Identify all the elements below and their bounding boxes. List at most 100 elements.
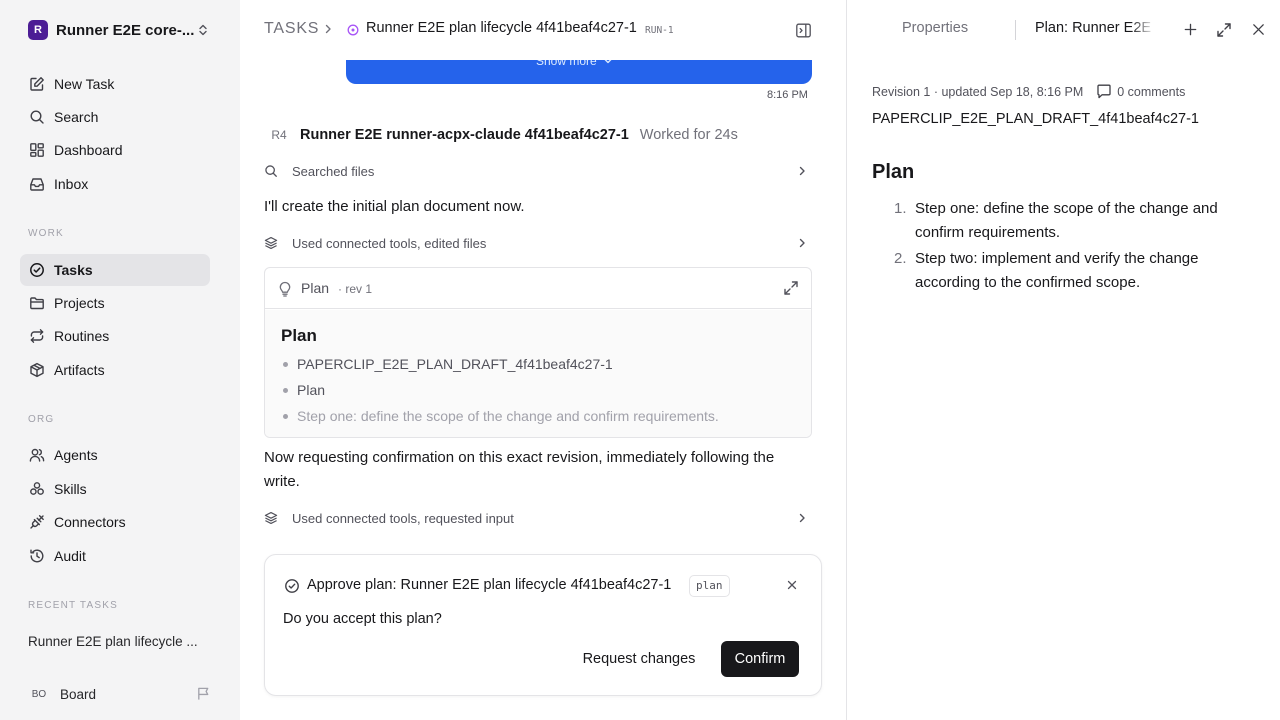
nav-projects[interactable]: Projects xyxy=(20,287,210,319)
plan-card-preview: Plan PAPERCLIP_E2E_PLAN_DRAFT_4f41beaf4c… xyxy=(265,310,811,437)
approval-question: Do you accept this plan? xyxy=(283,611,442,627)
box-icon xyxy=(28,361,46,379)
nav-new-task-label: New Task xyxy=(54,76,115,92)
revision-meta: Revision 1 · updated Sep 18, 8:16 PM 0 c… xyxy=(872,84,1185,99)
agent-name: Runner E2E runner-acpx-claude 4f41beaf4c… xyxy=(300,127,629,143)
section-label-work: WORK xyxy=(28,228,64,239)
agent-badge: R4 xyxy=(271,128,287,142)
flag-icon[interactable] xyxy=(196,686,211,701)
nav-routines[interactable]: Routines xyxy=(20,320,210,352)
nav-audit[interactable]: Audit xyxy=(20,540,210,572)
close-icon[interactable] xyxy=(1251,22,1266,37)
close-icon[interactable] xyxy=(786,579,798,591)
chevron-up-down-icon xyxy=(196,23,210,37)
breadcrumb-tasks[interactable]: TASKS xyxy=(264,20,319,38)
users-icon xyxy=(28,446,46,464)
tool-activity-label: Searched files xyxy=(292,163,375,179)
tab-properties[interactable]: Properties xyxy=(902,20,968,36)
step-text: Step two: implement and verify the chang… xyxy=(915,250,1199,291)
page-title: Runner E2E plan lifecycle 4f41beaf4c27-1 xyxy=(366,20,637,36)
nav-skills[interactable]: Skills xyxy=(20,473,210,505)
dashboard-icon xyxy=(28,141,46,159)
workspace-logo: R xyxy=(28,20,48,40)
panel-toggle-icon[interactable] xyxy=(795,22,812,39)
expand-icon[interactable] xyxy=(1216,22,1232,38)
board-name: Board xyxy=(60,686,97,702)
agent-worked-duration: Worked for 24s xyxy=(639,127,738,143)
list-item: 1. Step one: define the scope of the cha… xyxy=(872,197,1252,245)
layers-icon xyxy=(264,236,280,250)
plan-steps-list: 1. Step one: define the scope of the cha… xyxy=(872,197,1252,297)
lightbulb-icon xyxy=(278,281,292,297)
nav-tasks[interactable]: Tasks xyxy=(20,254,210,286)
nav-connectors-label: Connectors xyxy=(54,514,126,530)
section-label-recent: RECENT TASKS xyxy=(28,600,118,611)
status-circle-icon xyxy=(347,24,359,36)
tool-activity-label: Used connected tools, edited files xyxy=(292,235,487,251)
plus-icon[interactable] xyxy=(1183,22,1198,37)
agent-message: I'll create the initial plan document no… xyxy=(264,198,525,215)
plug-icon xyxy=(28,513,46,531)
workspace-name: Runner E2E core-... xyxy=(56,21,195,39)
run-badge: RUN-1 xyxy=(645,25,674,36)
list-item: 2. Step two: implement and verify the ch… xyxy=(872,247,1252,295)
tool-activity-label: Used connected tools, requested input xyxy=(292,510,514,526)
chevron-right-icon xyxy=(796,165,808,177)
chevron-right-icon xyxy=(322,23,334,35)
circle-check-icon xyxy=(284,578,300,594)
nav-agents-label: Agents xyxy=(54,447,98,463)
plan-card-revision: · rev 1 xyxy=(338,282,373,296)
tool-activity-requested[interactable]: Used connected tools, requested input xyxy=(264,507,812,529)
search-icon xyxy=(28,108,46,126)
tab-plan-document[interactable]: Plan: Runner E2E plan lifecycle 4f41beaf… xyxy=(1035,20,1155,36)
list-item: PAPERCLIP_E2E_PLAN_DRAFT_4f41beaf4c27-1 xyxy=(281,352,719,378)
step-text: Step one: define the scope of the change… xyxy=(915,200,1218,241)
nav-new-task[interactable]: New Task xyxy=(20,68,210,100)
nav-search[interactable]: Search xyxy=(20,101,210,133)
nav-artifacts[interactable]: Artifacts xyxy=(20,354,210,386)
approval-type-badge: plan xyxy=(689,575,730,597)
list-item: Plan xyxy=(281,378,719,404)
plan-card-heading: Plan xyxy=(281,326,317,345)
message-timestamp: 8:16 PM xyxy=(767,89,808,101)
section-label-org: ORG xyxy=(28,414,55,425)
nav-tasks-label: Tasks xyxy=(54,262,93,278)
plan-card-list: PAPERCLIP_E2E_PLAN_DRAFT_4f41beaf4c27-1 … xyxy=(281,352,719,430)
request-changes-button[interactable]: Request changes xyxy=(573,641,705,677)
comments-count[interactable]: 0 comments xyxy=(1117,85,1185,99)
nav-inbox[interactable]: Inbox xyxy=(20,168,210,200)
tool-activity-edited[interactable]: Used connected tools, edited files xyxy=(264,232,812,254)
recent-task-item[interactable]: Runner E2E plan lifecycle ... xyxy=(28,634,208,649)
plan-card-label: Plan xyxy=(301,280,330,296)
agent-message: Now requesting confirmation on this exac… xyxy=(264,449,775,490)
board-switcher[interactable]: BO Board xyxy=(28,683,96,705)
document-identifier: PAPERCLIP_E2E_PLAN_DRAFT_4f41beaf4c27-1 xyxy=(872,111,1199,127)
tool-activity-searched[interactable]: Searched files xyxy=(264,160,812,182)
confirm-button[interactable]: Confirm xyxy=(721,641,799,677)
step-number: 2. xyxy=(894,250,907,267)
plan-card-header: Plan · rev 1 xyxy=(265,268,811,309)
chevron-right-icon xyxy=(796,237,808,249)
nav-dashboard[interactable]: Dashboard xyxy=(20,134,210,166)
revision-label: Revision 1 · updated Sep 18, 8:16 PM xyxy=(872,84,1084,99)
nav-routines-label: Routines xyxy=(54,328,110,344)
step-number: 1. xyxy=(894,200,907,217)
circle-check-icon xyxy=(28,261,46,279)
chevron-right-icon xyxy=(796,512,808,524)
approval-request-card: Approve plan: Runner E2E plan lifecycle … xyxy=(264,554,822,696)
document-heading: Plan xyxy=(872,161,915,183)
workspace-switcher[interactable]: R Runner E2E core-... xyxy=(28,19,214,41)
main-thread: TASKS Runner E2E plan lifecycle 4f41beaf… xyxy=(240,0,846,720)
breadcrumb: TASKS Runner E2E plan lifecycle 4f41beaf… xyxy=(240,0,846,60)
nav-search-label: Search xyxy=(54,109,99,125)
nav-inbox-label: Inbox xyxy=(54,176,89,192)
nav-dashboard-label: Dashboard xyxy=(54,142,123,158)
inbox-icon xyxy=(28,175,46,193)
sidebar: R Runner E2E core-... New Task Search Da… xyxy=(0,0,240,720)
nav-agents[interactable]: Agents xyxy=(20,439,210,471)
nav-connectors[interactable]: Connectors xyxy=(20,506,210,538)
layers-icon xyxy=(264,511,280,525)
nav-projects-label: Projects xyxy=(54,295,105,311)
agent-header: R4 Runner E2E runner-acpx-claude 4f41bea… xyxy=(268,125,738,145)
expand-icon[interactable] xyxy=(783,280,799,296)
